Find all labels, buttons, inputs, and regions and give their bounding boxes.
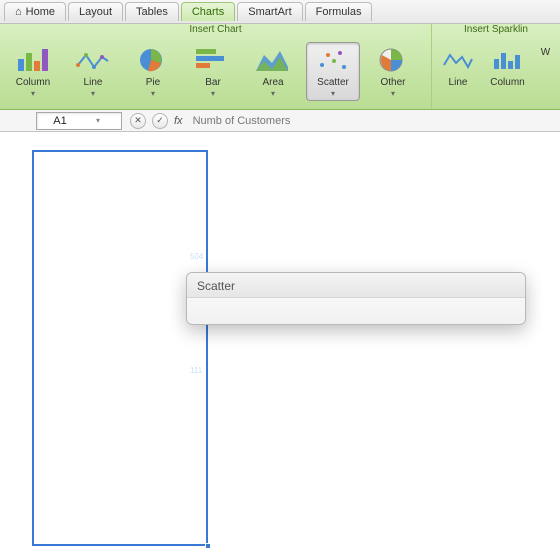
obscured-cell-value: 111 — [190, 366, 202, 375]
ribbon-tabs: ⌂ Home Layout Tables Charts SmartArt Form… — [0, 0, 560, 24]
name-box-value: A1 — [41, 115, 79, 127]
selection-handle[interactable] — [205, 543, 211, 549]
sparkline-line-icon — [439, 45, 477, 75]
formula-bar-row: A1▾ ✕ ✓ fx Numb of Customers — [0, 110, 560, 132]
tab-home[interactable]: ⌂ Home — [4, 2, 66, 21]
line-chart-icon — [74, 45, 112, 75]
sparkline-winloss-button[interactable]: W — [537, 42, 554, 91]
chart-line-button[interactable]: Line▾ — [66, 42, 120, 101]
chart-other-button[interactable]: Other▾ — [366, 42, 420, 101]
chart-pie-button[interactable]: Pie▾ — [126, 42, 180, 101]
sparkline-line-button[interactable]: Line — [438, 42, 478, 91]
pie-chart-icon — [134, 45, 172, 75]
home-icon: ⌂ — [15, 6, 22, 18]
ribbon-group-title-sparklines: Insert Sparklin — [432, 24, 560, 35]
chart-scatter-button[interactable]: Scatter▾ — [306, 42, 360, 101]
tab-home-label: Home — [26, 6, 55, 18]
fx-label[interactable]: fx — [174, 115, 183, 127]
formula-bar-text[interactable]: Numb of Customers — [193, 115, 291, 127]
chart-area-button[interactable]: Area▾ — [246, 42, 300, 101]
ribbon-group-sparklines: Insert Sparklin Line Column W — [432, 24, 560, 109]
chart-column-button[interactable]: Column▾ — [6, 42, 60, 101]
cancel-formula-icon[interactable]: ✕ — [130, 113, 146, 129]
ribbon-group-insert-chart: Insert Chart Column▾ Line▾ Pie▾ Bar▾ Are… — [0, 24, 432, 109]
tab-layout[interactable]: Layout — [68, 2, 123, 21]
area-chart-icon — [254, 45, 292, 75]
popover-title: Scatter — [187, 273, 525, 298]
name-box[interactable]: A1▾ — [36, 112, 122, 130]
bar-chart-icon — [194, 45, 232, 75]
sparkline-column-button[interactable]: Column — [484, 42, 531, 91]
tab-charts[interactable]: Charts — [181, 2, 235, 21]
scatter-chart-icon — [314, 45, 352, 75]
tab-smartart[interactable]: SmartArt — [237, 2, 302, 21]
tab-tables[interactable]: Tables — [125, 2, 179, 21]
column-chart-icon — [14, 45, 52, 75]
chart-bar-button[interactable]: Bar▾ — [186, 42, 240, 101]
obscured-cell-value: 504 — [190, 252, 203, 261]
ribbon: Insert Chart Column▾ Line▾ Pie▾ Bar▾ Are… — [0, 24, 560, 110]
selection-border — [32, 150, 208, 546]
ribbon-group-title: Insert Chart — [0, 24, 431, 35]
tab-formulas[interactable]: Formulas — [305, 2, 373, 21]
other-chart-icon — [374, 45, 412, 75]
enter-formula-icon[interactable]: ✓ — [152, 113, 168, 129]
sparkline-column-icon — [489, 45, 527, 75]
scatter-popover: Scatter — [186, 272, 526, 325]
